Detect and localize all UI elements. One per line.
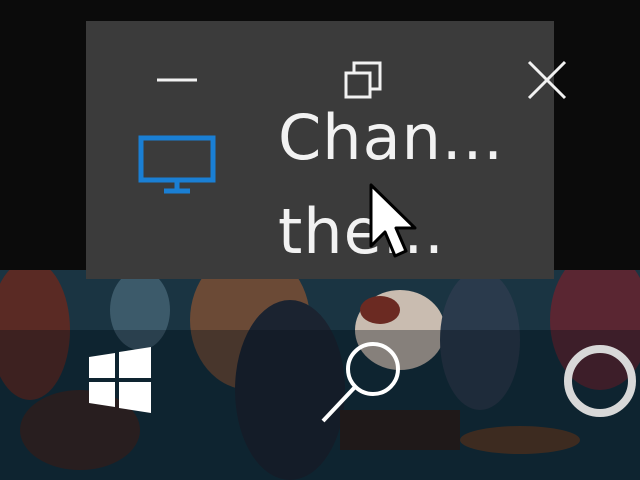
restore-icon <box>344 61 382 99</box>
window-title-line-2: the... <box>278 195 445 268</box>
window-thumbnail-preview[interactable]: Chan... the... <box>86 21 567 279</box>
restore-button[interactable] <box>340 57 386 103</box>
close-button[interactable] <box>524 57 570 103</box>
start-button[interactable] <box>82 344 158 416</box>
app-icon <box>138 135 218 201</box>
search-button[interactable] <box>314 334 410 430</box>
search-icon <box>321 342 400 423</box>
minimize-icon <box>157 78 197 82</box>
minimize-button[interactable] <box>154 57 200 103</box>
desktop-screen: Chan... the... <box>0 0 640 480</box>
cortana-ring-icon <box>564 345 636 417</box>
window-title-line-1: Chan... <box>278 101 504 174</box>
cortana-button[interactable] <box>556 336 640 426</box>
windows-logo-icon <box>89 347 151 413</box>
monitor-icon <box>138 135 216 194</box>
close-icon <box>527 60 567 100</box>
